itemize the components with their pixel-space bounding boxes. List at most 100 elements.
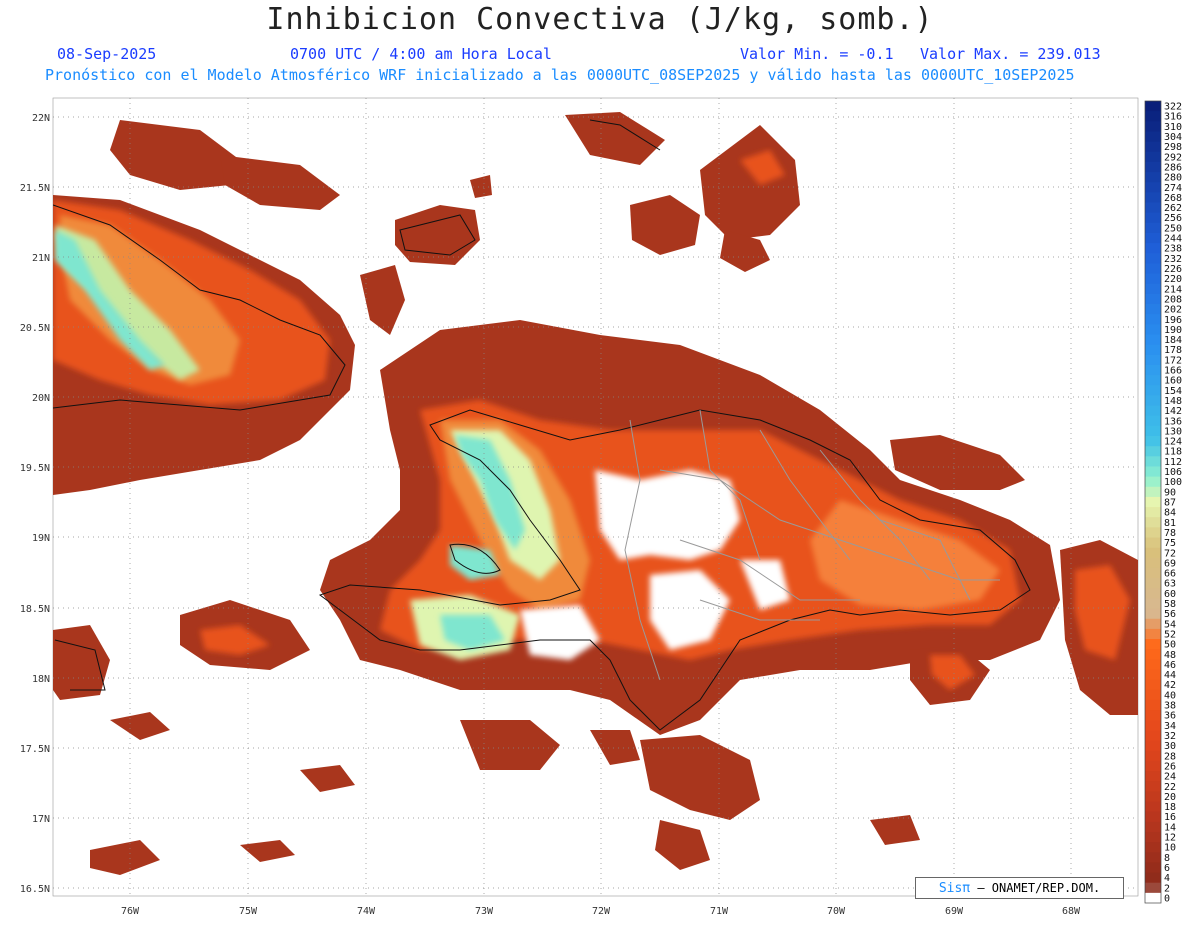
colorbar-swatch: [1145, 466, 1161, 478]
colorbar-swatch: [1145, 253, 1161, 264]
colorbar-swatch: [1145, 151, 1161, 163]
colorbar-swatch: [1145, 852, 1161, 863]
colorbar-swatch: [1145, 436, 1161, 447]
colorbar-swatch: [1145, 567, 1161, 579]
lat-label: 19.5N: [20, 463, 50, 474]
lon-label: 76W: [121, 906, 140, 917]
lon-label: 71W: [710, 906, 729, 917]
colorbar-swatch: [1145, 801, 1161, 813]
colorbar-swatch: [1145, 172, 1161, 183]
colorbar-swatch: [1145, 232, 1161, 244]
colorbar-swatch: [1145, 192, 1161, 204]
lat-label: 20.5N: [20, 323, 50, 334]
colorbar-swatch: [1145, 588, 1161, 599]
credit-box: Sisπ – ONAMET/REP.DOM.: [915, 877, 1124, 899]
colorbar-swatch: [1145, 811, 1161, 823]
colorbar-swatch: [1145, 740, 1161, 752]
colorbar-swatch: [1145, 771, 1161, 782]
colorbar-swatch: [1145, 243, 1161, 254]
lat-label: 22N: [32, 113, 50, 124]
colorbar-swatch: [1145, 202, 1161, 214]
colorbar-swatch: [1145, 862, 1161, 874]
lon-label: 70W: [827, 906, 846, 917]
lon-label: 73W: [475, 906, 494, 917]
lat-label: 17.5N: [20, 744, 50, 755]
colorbar-swatch: [1145, 882, 1161, 894]
colorbar-swatch: [1145, 791, 1161, 802]
colorbar-swatch: [1145, 760, 1161, 772]
lat-label: 17N: [32, 814, 50, 825]
colorbar-swatch: [1145, 263, 1161, 275]
colorbar-swatch: [1145, 892, 1161, 904]
colorbar-swatch: [1145, 669, 1161, 681]
cin-map: 22N 21.5N 21N 20.5N 20N 19.5N 19N 18.5N …: [20, 97, 1182, 917]
lat-label: 21.5N: [20, 183, 50, 194]
colorbar-swatch: [1145, 182, 1161, 193]
lat-label: 20N: [32, 393, 50, 404]
colorbar-swatch: [1145, 222, 1161, 234]
colorbar-swatch: [1145, 476, 1161, 488]
lat-label: 18N: [32, 674, 50, 685]
colorbar-swatch: [1145, 699, 1161, 711]
colorbar-swatch: [1145, 212, 1161, 224]
colorbar-swatch: [1145, 385, 1161, 396]
colorbar-swatch: [1145, 608, 1161, 620]
colorbar-swatch: [1145, 578, 1161, 589]
lon-label: 68W: [1062, 906, 1081, 917]
colorbar-swatch: [1145, 446, 1161, 457]
colorbar-swatch: [1145, 111, 1161, 122]
colorbar-swatch: [1145, 507, 1161, 518]
colorbar-swatch: [1145, 375, 1161, 386]
colorbar-swatch: [1145, 598, 1161, 610]
colorbar-swatch: [1145, 273, 1161, 285]
colorbar-swatch: [1145, 750, 1161, 762]
colorbar-swatch: [1145, 354, 1161, 366]
colorbar-swatch: [1145, 831, 1161, 843]
colorbar-swatch: [1145, 781, 1161, 792]
colorbar-swatch: [1145, 314, 1161, 325]
colorbar-swatch: [1145, 131, 1161, 143]
colorbar-swatch: [1145, 628, 1161, 640]
colorbar-swatch: [1145, 425, 1161, 437]
lon-label: 69W: [945, 906, 964, 917]
colorbar-swatch: [1145, 527, 1161, 539]
colorbar-swatch: [1145, 324, 1161, 335]
credit-org: – ONAMET/REP.DOM.: [977, 881, 1101, 895]
colorbar-swatch: [1145, 395, 1161, 407]
colorbar-swatch: [1145, 456, 1161, 467]
colorbar-swatch: [1145, 537, 1161, 549]
colorbar: 3223163103042982922862802742682622562502…: [1144, 100, 1182, 904]
colorbar-swatch: [1145, 283, 1161, 295]
colorbar-swatch: [1145, 293, 1161, 305]
lat-label: 18.5N: [20, 604, 50, 615]
lon-label: 75W: [239, 906, 258, 917]
colorbar-swatch: [1145, 689, 1161, 701]
lon-label: 74W: [357, 906, 376, 917]
colorbar-swatch: [1145, 557, 1161, 569]
colorbar-swatch: [1145, 304, 1161, 315]
colorbar-swatch: [1145, 415, 1161, 427]
colorbar-swatch: [1145, 720, 1161, 731]
lat-label: 19N: [32, 533, 50, 544]
lat-label: 21N: [32, 253, 50, 264]
colorbar-swatch: [1145, 161, 1161, 173]
colorbar-swatch: [1145, 679, 1161, 691]
colorbar-swatch: [1145, 649, 1161, 660]
colorbar-swatch: [1145, 101, 1161, 112]
colorbar-swatch: [1145, 730, 1161, 742]
colorbar-swatch: [1145, 659, 1161, 671]
lon-label: 72W: [592, 906, 611, 917]
colorbar-swatch: [1145, 842, 1161, 853]
colorbar-swatch: [1145, 496, 1161, 508]
colorbar-swatch: [1145, 121, 1161, 132]
colorbar-swatch: [1145, 364, 1161, 376]
colorbar-swatch: [1145, 334, 1161, 346]
colorbar-label: 0: [1164, 893, 1170, 904]
colorbar-swatch: [1145, 710, 1161, 721]
lat-axis: 22N 21.5N 21N 20.5N 20N 19.5N 19N 18.5N …: [20, 113, 50, 895]
colorbar-swatch: [1145, 344, 1161, 356]
colorbar-swatch: [1145, 141, 1161, 153]
colorbar-swatch: [1145, 405, 1161, 417]
lat-label: 16.5N: [20, 884, 50, 895]
colorbar-swatch: [1145, 639, 1161, 650]
